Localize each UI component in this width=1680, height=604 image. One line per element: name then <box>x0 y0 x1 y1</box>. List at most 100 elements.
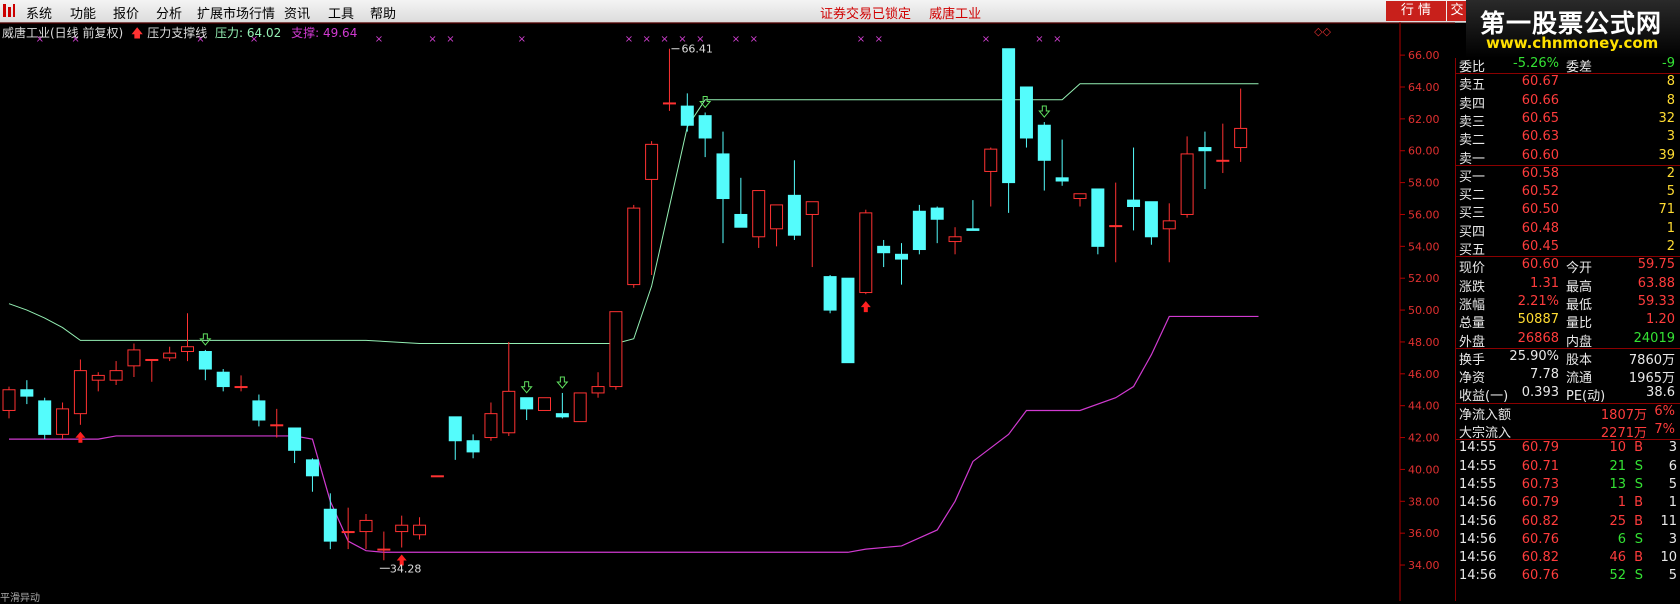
candle-body <box>20 389 34 397</box>
tick-price: 60.71 <box>1521 458 1559 474</box>
quote-value: 7860万 <box>1628 352 1675 368</box>
orderbook-qty: 39 <box>1658 147 1675 163</box>
candle-body <box>716 153 730 200</box>
quote-value: 63.88 <box>1637 275 1675 291</box>
candle-body <box>73 370 87 415</box>
quote-label: 总量 <box>1459 316 1486 332</box>
quote-side-panel: 委比 -5.26% 委差 -9 卖五 60.67 8 卖四 60.66 8 卖三 60.65 32 卖二 6… <box>1455 56 1680 601</box>
quote-value: 50887 <box>1517 312 1559 328</box>
tick-direction: B <box>1634 440 1643 456</box>
candle-body <box>877 245 891 254</box>
trade-lock-status[interactable]: 证券交易已锁定 <box>820 7 911 22</box>
orderbook-price: 60.63 <box>1521 129 1559 145</box>
quote-label: 内盘 <box>1566 334 1593 350</box>
indicator-up-arrow-icon: 🡅 <box>131 26 144 40</box>
panel-row: 14:55 60.71 21 S 6 <box>1456 459 1680 477</box>
tick-direction: B <box>1634 550 1643 566</box>
candle-body <box>1216 159 1230 162</box>
trade-tab[interactable]: 交 <box>1446 1 1467 21</box>
tick-volume: 6 <box>1617 531 1626 547</box>
tick-price: 60.79 <box>1521 440 1559 456</box>
candle-body <box>1037 124 1051 161</box>
candle-body <box>448 416 462 442</box>
quote-label: 净资 <box>1459 371 1486 387</box>
orderbook-label: 买三 <box>1459 206 1486 222</box>
sell-signal-arrow-icon <box>1038 105 1051 118</box>
diff-value: -9 <box>1662 56 1675 71</box>
orderbook-label: 买二 <box>1459 188 1486 204</box>
candle-body <box>1055 177 1069 182</box>
candle-body <box>734 213 748 228</box>
candle-body <box>573 392 587 423</box>
tick-count: 6 <box>1668 458 1677 474</box>
tick-time: 14:55 <box>1459 458 1497 474</box>
signal-x-mark: × <box>1053 34 1061 45</box>
candle-body <box>181 346 194 353</box>
candle-body <box>395 524 409 533</box>
candle-body <box>234 386 248 389</box>
flow-pct: 7% <box>1654 422 1675 437</box>
orderbook-price: 60.50 <box>1521 202 1559 218</box>
signal-x-mark: × <box>732 34 740 45</box>
buy-signal-arrow-icon <box>75 431 86 443</box>
signal-x-mark: × <box>857 34 865 45</box>
tick-count: 3 <box>1668 531 1677 547</box>
candle-body <box>912 210 926 251</box>
y-tick-label: 62.00 <box>1408 113 1440 126</box>
quote-label: 股本 <box>1566 352 1593 368</box>
candle-body <box>1002 48 1016 184</box>
chart-stock-title: 威唐工业(日线 前复权) <box>2 26 124 40</box>
candle-body <box>859 212 873 294</box>
sell-signal-arrow-icon <box>520 381 533 394</box>
y-tick-label: 54.00 <box>1408 240 1440 253</box>
kline-chart-area[interactable]: 66.00 64.00 62.00 60.00 58.00 56.00 54.00 52.00… <box>0 22 1455 601</box>
candle-body <box>520 397 534 410</box>
menu-system[interactable]: 系统 <box>26 3 52 22</box>
indicator-nav-icon[interactable]: ◇◇ <box>1314 25 1331 38</box>
tick-volume: 1 <box>1617 495 1626 511</box>
candle-body <box>966 228 980 231</box>
tick-direction: S <box>1634 476 1643 492</box>
signal-x-mark: × <box>428 34 436 45</box>
quote-value: 59.75 <box>1637 257 1675 273</box>
orderbook-label: 买四 <box>1459 224 1486 240</box>
candle-body <box>627 207 641 286</box>
panel-row: 买三 60.50 71 <box>1456 202 1680 222</box>
candle-body <box>252 400 266 421</box>
candle-body <box>1144 201 1158 238</box>
watermark-url: www.chnmoney.com <box>1486 34 1659 52</box>
tick-time: 14:56 <box>1459 568 1497 584</box>
candlestick-chart[interactable]: 66.00 64.00 62.00 60.00 58.00 56.00 54.00 52.00… <box>0 22 1455 601</box>
quote-label: 量比 <box>1566 316 1593 332</box>
indicator-name[interactable]: 压力支撑线 <box>147 26 207 40</box>
tick-direction: S <box>1634 458 1643 474</box>
menu-analysis[interactable]: 分析 <box>156 3 182 22</box>
menu-extended-market[interactable]: 扩展市场行情 <box>197 3 275 22</box>
tick-price: 60.76 <box>1521 531 1559 547</box>
candle-body <box>430 475 444 478</box>
orderbook-label: 卖四 <box>1459 96 1486 112</box>
y-tick-label: 46.00 <box>1408 368 1440 381</box>
panel-row: 14:56 60.82 25 B 11 <box>1456 514 1680 532</box>
y-tick-label: 36.00 <box>1408 527 1440 540</box>
candle-body <box>56 408 70 435</box>
tick-direction: S <box>1634 531 1643 547</box>
app-logo-icon <box>3 4 15 17</box>
menu-help[interactable]: 帮助 <box>370 3 396 22</box>
y-tick-label: 50.00 <box>1408 304 1440 317</box>
orderbook-qty: 2 <box>1666 165 1675 181</box>
menu-quote[interactable]: 报价 <box>113 3 139 22</box>
candle-body <box>1198 147 1212 152</box>
candle-body <box>555 413 569 418</box>
menu-info[interactable]: 资讯 <box>284 3 310 22</box>
quote-tab[interactable]: 行 情 <box>1386 1 1446 21</box>
signal-x-mark: × <box>643 34 651 45</box>
menu-function[interactable]: 功能 <box>70 3 96 22</box>
orderbook-qty: 5 <box>1666 184 1675 200</box>
support-line <box>9 315 1259 553</box>
y-tick-label: 44.00 <box>1408 400 1440 413</box>
menu-tools[interactable]: 工具 <box>328 3 354 22</box>
candle-body <box>805 201 819 215</box>
tick-time: 14:56 <box>1459 495 1497 511</box>
orderbook-qty: 32 <box>1658 110 1675 126</box>
